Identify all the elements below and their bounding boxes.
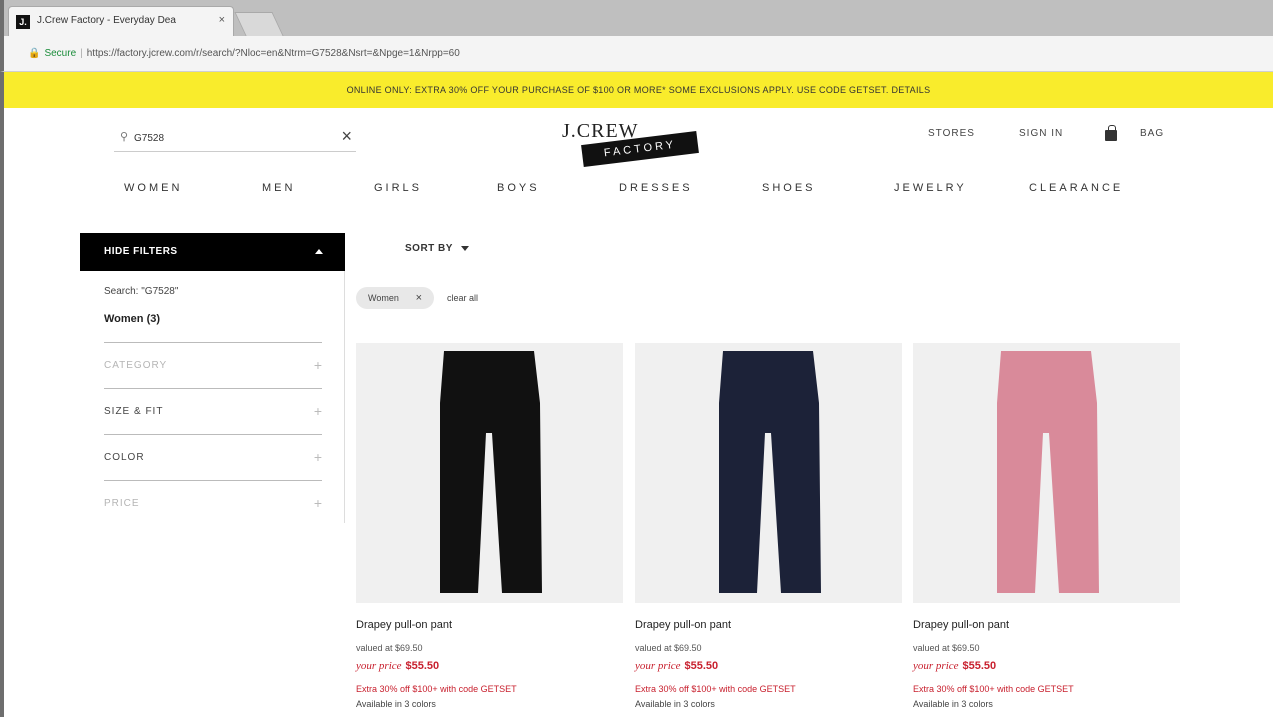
valued-price: valued at $69.50: [913, 643, 980, 653]
address-bar: 🔒 Secure | https://factory.jcrew.com/r/sear…: [0, 36, 1273, 72]
promo-banner[interactable]: ONLINE ONLY: EXTRA 30% OFF YOUR PURCHASE…: [0, 72, 1273, 108]
search-box: ⚲ ×: [114, 124, 356, 152]
price-value: $55.50: [405, 660, 440, 672]
nav-item-clearance[interactable]: CLEARANCE: [1029, 182, 1123, 194]
promo-code-line: Extra 30% off $100+ with code GETSET: [635, 684, 796, 694]
promo-code-line: Extra 30% off $100+ with code GETSET: [356, 684, 517, 694]
filter-group-label: CATEGORY: [104, 360, 168, 371]
sort-by-dropdown[interactable]: SORT BY: [405, 243, 469, 254]
your-price-label: your price: [635, 660, 681, 672]
product-image[interactable]: [356, 343, 623, 603]
your-price: your price $55.50: [356, 660, 439, 672]
filter-group-color[interactable]: COLOR +: [104, 434, 322, 480]
search-icon[interactable]: ⚲: [120, 130, 128, 143]
jcrew-factory-logo[interactable]: J.CREW FACTORY: [562, 120, 702, 167]
pant-image: [997, 351, 1099, 593]
product-card[interactable]: Drapey pull-on pant valued at $69.50 you…: [913, 343, 1180, 709]
product-image[interactable]: [635, 343, 902, 603]
nav-item-women[interactable]: WOMEN: [124, 182, 182, 194]
tab-close-icon[interactable]: ×: [219, 14, 225, 26]
clear-all-link[interactable]: clear all: [447, 293, 478, 303]
jcrew-favicon-icon: J.: [16, 15, 30, 29]
filter-group-label: SIZE & FIT: [104, 406, 164, 417]
chevron-down-icon: [460, 245, 469, 251]
product-name[interactable]: Drapey pull-on pant: [913, 619, 1009, 631]
color-availability: Available in 3 colors: [356, 699, 436, 709]
nav-item-men[interactable]: MEN: [262, 182, 295, 194]
plus-icon: +: [313, 403, 322, 419]
pant-shape: [719, 351, 821, 593]
product-card[interactable]: Drapey pull-on pant valued at $69.50 you…: [635, 343, 902, 709]
url-text: https://factory.jcrew.com/r/search/?Nloc…: [86, 48, 460, 59]
active-filter-chip[interactable]: Women ×: [356, 287, 434, 309]
secure-label: Secure: [44, 48, 77, 59]
product-name[interactable]: Drapey pull-on pant: [356, 619, 452, 631]
pant-image: [719, 351, 821, 593]
filter-group-price[interactable]: PRICE +: [104, 480, 322, 526]
caret-up-icon: [315, 249, 323, 254]
promo-code-line: Extra 30% off $100+ with code GETSET: [913, 684, 1074, 694]
nav-item-girls[interactable]: GIRLS: [374, 182, 422, 194]
price-value: $55.50: [684, 660, 719, 672]
category-nav: WOMEN MEN GIRLS BOYS DRESSES SHOES JEWEL…: [0, 182, 1273, 202]
filter-group-label: COLOR: [104, 452, 145, 463]
your-price: your price $55.50: [913, 660, 996, 672]
search-term-label: Search: "G7528": [104, 286, 179, 297]
tab-title: J.Crew Factory - Everyday Dea: [37, 15, 176, 26]
filter-group-label: PRICE: [104, 498, 140, 509]
color-availability: Available in 3 colors: [913, 699, 993, 709]
chip-label: Women: [368, 293, 399, 303]
sign-in-link[interactable]: SIGN IN: [1019, 128, 1063, 139]
bag-link[interactable]: BAG: [1140, 128, 1164, 139]
selected-filter-women[interactable]: Women (3): [104, 313, 160, 325]
sort-by-label: SORT BY: [405, 243, 453, 254]
valued-price: valued at $69.50: [635, 643, 702, 653]
remove-filter-icon[interactable]: ×: [416, 287, 422, 309]
your-price-label: your price: [913, 660, 959, 672]
new-tab-button[interactable]: [234, 12, 284, 36]
price-value: $55.50: [962, 660, 997, 672]
shopping-bag-icon[interactable]: [1105, 125, 1117, 141]
filters-sidebar: HIDE FILTERS Search: "G7528" Women (3) C…: [80, 233, 345, 523]
plus-icon: +: [313, 357, 322, 373]
lock-icon: 🔒: [28, 48, 41, 59]
url-field[interactable]: 🔒 Secure | https://factory.jcrew.com/r/sear…: [28, 44, 460, 64]
stores-link[interactable]: STORES: [928, 128, 975, 139]
hide-filters-toggle[interactable]: HIDE FILTERS: [80, 233, 345, 271]
filter-group-category[interactable]: CATEGORY +: [104, 342, 322, 388]
nav-item-boys[interactable]: BOYS: [497, 182, 540, 194]
pant-shape: [997, 351, 1099, 593]
pant-image: [440, 351, 542, 593]
nav-item-jewelry[interactable]: JEWELRY: [894, 182, 967, 194]
product-card[interactable]: Drapey pull-on pant valued at $69.50 you…: [356, 343, 623, 709]
nav-item-shoes[interactable]: SHOES: [762, 182, 816, 194]
filter-group-size-fit[interactable]: SIZE & FIT +: [104, 388, 322, 434]
valued-price: valued at $69.50: [356, 643, 423, 653]
browser-tab-bar: J. J.Crew Factory - Everyday Dea ×: [0, 0, 1273, 36]
product-name[interactable]: Drapey pull-on pant: [635, 619, 731, 631]
browser-tab[interactable]: J. J.Crew Factory - Everyday Dea ×: [8, 6, 234, 36]
color-availability: Available in 3 colors: [635, 699, 715, 709]
pant-shape: [440, 351, 542, 593]
clear-search-icon[interactable]: ×: [341, 126, 352, 147]
nav-item-dresses[interactable]: DRESSES: [619, 182, 693, 194]
search-input[interactable]: [134, 128, 314, 148]
plus-icon: +: [313, 449, 322, 465]
your-price: your price $55.50: [635, 660, 718, 672]
product-image[interactable]: [913, 343, 1180, 603]
plus-icon: +: [313, 495, 322, 511]
hide-filters-label: HIDE FILTERS: [104, 246, 178, 257]
address-separator: |: [80, 48, 83, 59]
your-price-label: your price: [356, 660, 402, 672]
